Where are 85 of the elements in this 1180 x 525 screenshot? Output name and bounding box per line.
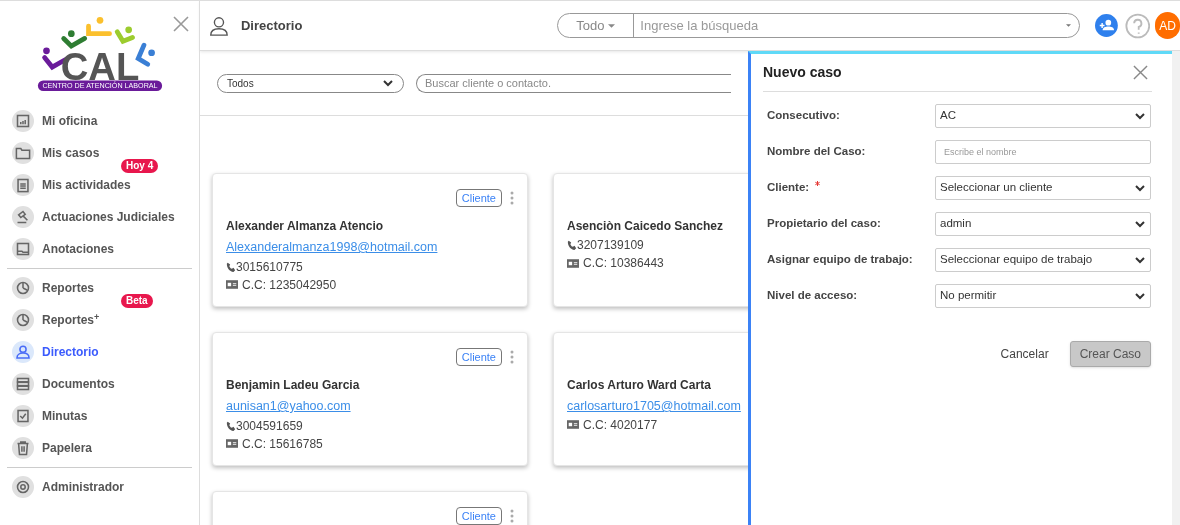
contact-card[interactable]: Carlos Arturo Ward Carta carlosarturo1705@hotmail.com C.C: 4020177 [553,332,748,466]
sidebar-item[interactable]: Reportes [7,276,99,300]
select-field[interactable]: Seleccionar equipo de trabajo [935,248,1151,272]
contact-name: Alexander Almanza Atencio [226,218,385,235]
phone-icon [567,240,577,250]
email-link[interactable]: aunisan1@yahoo.com [226,397,514,416]
select-field[interactable]: admin [935,212,1151,236]
email-link[interactable]: Alexanderalmanza1998@hotmail.com [226,238,514,257]
sidebar-item[interactable]: Actuaciones Judiciales [7,205,180,229]
chevron-down-icon [382,77,394,89]
contact-name: Asenciòn Caicedo Sanchez [567,218,725,235]
phone-number: 3207139109 [577,237,644,254]
sidebar-item[interactable]: Mi oficina [7,109,103,133]
phone-number: 3004591659 [236,417,303,435]
trash-icon [12,437,34,459]
add-user-icon[interactable] [1094,13,1118,38]
contact-card[interactable]: Cliente [212,491,528,525]
contact-card[interactable]: Asenciòn Caicedo Sanchez 3207139109 C.C: 10386443 [553,173,748,307]
id-number: C.C: 15616785 [242,435,323,453]
id-number: C.C: 4020177 [583,416,658,434]
id-number: C.C: 1235042950 [242,276,337,294]
field-label: Propietario del caso: [767,216,881,232]
chevron-down-icon [1134,254,1146,266]
client-tag: Cliente [455,189,502,207]
id-card-icon [567,420,579,430]
contact-name: Carlos Arturo Ward Carta [567,377,712,394]
caret-icon[interactable] [1065,24,1071,27]
field-label: Nombre del Caso: [767,144,866,160]
sidebar-item[interactable]: Anotaciones [7,237,119,261]
field-label: Cliente: [767,180,810,196]
phone-icon [226,261,236,272]
chevron-down-icon [1134,218,1146,230]
cancel-button[interactable]: Cancelar [1000,345,1049,363]
sidebar-item[interactable]: Minutas [7,404,93,428]
help-icon[interactable] [1124,11,1151,40]
id-card-icon [226,439,238,449]
sidebar-item[interactable]: Papelera [7,436,98,460]
field-label: Asignar equipo de trabajo: [767,252,913,268]
phone-number: 3015610775 [236,258,303,276]
sidebar-item[interactable]: Administrador [7,475,129,499]
caret-icon [608,23,616,28]
input-field[interactable]: Escribe el nombre [935,140,1151,164]
sidebar-item[interactable]: Mis casos [7,141,105,165]
id-card-icon [567,258,579,268]
pie-icon [12,309,34,331]
more-options-icon[interactable] [510,509,514,523]
id-card-icon [226,280,238,290]
pie-icon [12,277,34,299]
scrollbar[interactable] [1172,51,1180,525]
page-title: Directorio [240,16,303,35]
id-number: C.C: 10386443 [583,255,664,272]
contact-name: Benjamin Ladeu Garcia [226,377,361,394]
select-field[interactable]: AC [935,104,1151,128]
close-icon[interactable] [173,16,189,32]
chevron-down-icon [1134,290,1146,302]
chevron-down-icon [1134,182,1146,194]
stack-icon [12,373,34,395]
contact-card[interactable]: Cliente Alexander Almanza Atencio Alexanderalmanza1998@hotmail.com 3015610775 C.C: 1235042950 [212,173,528,307]
contact-card[interactable]: Cliente Benjamin Ladeu Garcia aunisan1@yahoo.com 3004591659 C.C: 15616785 [212,332,528,466]
sidebar-item[interactable]: Documentos [7,372,120,396]
notification-badge: Beta [121,294,153,308]
scope-dropdown[interactable]: Todo [558,14,635,37]
chevron-down-icon [1134,110,1146,122]
field-label: Consecutivo: [767,108,840,124]
client-tag: Cliente [455,348,502,366]
close-icon[interactable] [1133,65,1148,80]
create-case-button[interactable]: Crear Caso [1069,341,1151,367]
field-label: Nivel de acceso: [767,288,858,304]
user-icon [12,341,34,363]
select-field[interactable]: Seleccionar un cliente [935,176,1151,200]
folder-icon [12,142,34,164]
sidebar-item[interactable]: Directorio [7,340,104,364]
panel-title: Nuevo caso [763,63,842,82]
client-tag: Cliente [455,507,502,525]
settings-icon [12,476,34,498]
sidebar-item[interactable]: Mis actividades [7,173,136,197]
more-options-icon[interactable] [510,350,514,364]
notification-badge: Hoy 4 [121,159,159,173]
clipboard-icon [12,174,34,196]
gavel-icon [12,206,34,228]
select-field[interactable]: No permitir [935,284,1151,308]
sidebar-item[interactable]: Reportes$^{+}$ [7,308,105,332]
email-link[interactable]: carlosarturo1705@hotmail.com [567,397,748,416]
more-options-icon[interactable] [510,191,514,205]
phone-icon [226,420,236,431]
